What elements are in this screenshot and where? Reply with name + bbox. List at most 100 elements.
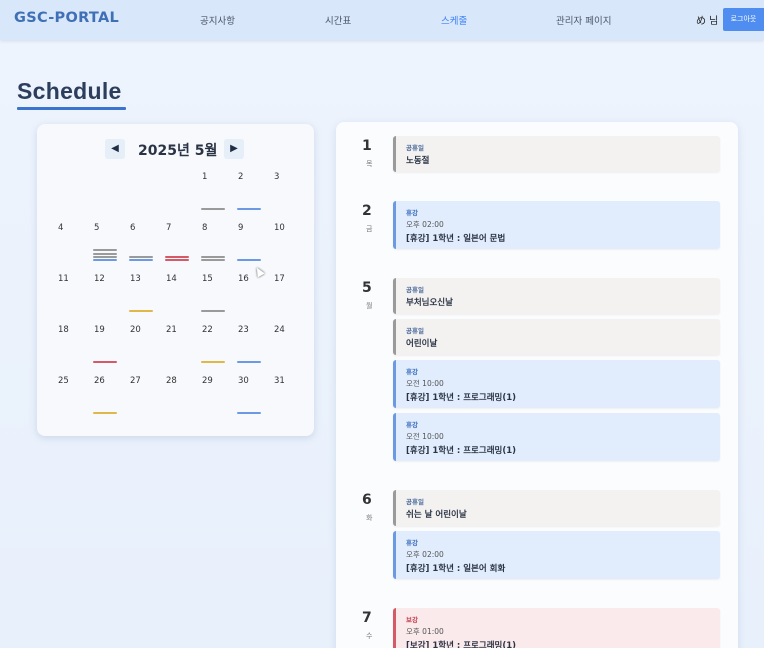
event-title: 쉬는 날 어린이날 xyxy=(406,510,467,520)
calendar-day[interactable]: 16 xyxy=(232,274,266,318)
calendar-day[interactable]: 10 xyxy=(268,223,302,267)
calendar-day[interactable]: 13 xyxy=(124,274,158,318)
event-title: 노동절 xyxy=(406,156,430,166)
calendar-day-number: 5 xyxy=(94,223,100,233)
calendar-day[interactable]: 6 xyxy=(124,223,158,267)
event-marker xyxy=(165,255,189,258)
event-card[interactable]: 공휴일노동절 xyxy=(393,136,720,172)
calendar-day[interactable]: 26 xyxy=(88,376,122,420)
calendar-day[interactable]: 4 xyxy=(52,223,86,267)
calendar-day[interactable]: 24 xyxy=(268,325,302,369)
event-card[interactable]: 휴강 오전 10:00 [휴강] 1학년 : 프로그래밍(1) xyxy=(393,413,720,461)
prev-month-button[interactable]: ◀ xyxy=(105,139,125,159)
calendar-day[interactable]: 7 xyxy=(160,223,194,267)
logout-button[interactable]: 로그아웃 xyxy=(723,8,764,31)
calendar-card: ◀ 2025년 5월 ▶ 1 2 3 4 5 6 7 8 9 10 11 12 13 14 15 16 17 18… xyxy=(37,124,314,436)
calendar-day[interactable]: 27 xyxy=(124,376,158,420)
next-month-button[interactable]: ▶ xyxy=(224,139,244,159)
brand-logo[interactable]: GSC-PORTAL xyxy=(14,10,119,26)
calendar-day[interactable]: 1 xyxy=(196,172,230,216)
event-card[interactable]: 휴강 오후 02:00 [휴강] 1학년 : 일본어 문법 xyxy=(393,201,720,249)
event-card[interactable]: 휴강 오후 02:00 [휴강] 1학년 : 일본어 회화 xyxy=(393,531,720,579)
event-marker xyxy=(201,255,225,258)
calendar-day[interactable]: 20 xyxy=(124,325,158,369)
event-type: 보강 xyxy=(406,616,418,624)
schedule-date: 5 xyxy=(362,280,372,296)
event-marker xyxy=(237,361,261,363)
calendar-day-number: 21 xyxy=(166,325,177,335)
event-title: [휴강] 1학년 : 일본어 문법 xyxy=(406,234,506,244)
top-navbar: GSC-PORTAL 공지사항 시간표 스케줄 관리자 페이지 め 님 로그아웃 xyxy=(0,0,764,40)
calendar-day-number: 20 xyxy=(130,325,141,335)
event-marker xyxy=(201,361,225,363)
calendar-day[interactable]: 22 xyxy=(196,325,230,369)
event-marker xyxy=(237,412,261,414)
calendar-day[interactable]: 15 xyxy=(196,274,230,318)
event-type: 휴강 xyxy=(406,421,418,429)
calendar-day-number: 4 xyxy=(58,223,64,233)
calendar-day-number: 19 xyxy=(94,325,105,335)
calendar-day[interactable]: 5 xyxy=(88,223,122,267)
event-marker xyxy=(129,259,153,261)
event-type: 공휴일 xyxy=(406,327,424,335)
event-time: 오전 10:00 xyxy=(406,432,444,441)
calendar-day-number: 10 xyxy=(274,223,285,233)
calendar-day[interactable]: 8 xyxy=(196,223,230,267)
nav-timetable[interactable]: 시간표 xyxy=(325,13,351,27)
calendar-day[interactable]: 29 xyxy=(196,376,230,420)
calendar-day-number: 6 xyxy=(130,223,136,233)
calendar-day-number: 31 xyxy=(274,376,285,386)
left-triangle-icon: ◀ xyxy=(111,143,119,154)
calendar-day[interactable]: 11 xyxy=(52,274,86,318)
schedule-weekday: 수 xyxy=(366,632,373,640)
event-card[interactable]: 휴강오전 10:00 [휴강] 1학년 : 프로그래밍(1) xyxy=(393,360,720,408)
calendar-day[interactable]: 31 xyxy=(268,376,302,420)
calendar-day-number: 15 xyxy=(202,274,213,284)
nav-admin[interactable]: 관리자 페이지 xyxy=(556,13,611,27)
event-card[interactable]: 보강 오후 01:00 [보강] 1학년 : 프로그래밍(1) xyxy=(393,608,720,648)
calendar-day-number: 3 xyxy=(274,172,280,182)
calendar-day[interactable]: 23 xyxy=(232,325,266,369)
calendar-day-number: 11 xyxy=(58,274,69,284)
schedule-weekday: 화 xyxy=(366,514,373,522)
event-title: [휴강] 1학년 : 일본어 회화 xyxy=(406,564,506,574)
event-marker xyxy=(93,259,117,261)
schedule-date: 7 xyxy=(362,610,372,626)
event-card[interactable]: 공휴일 부처님오신날 xyxy=(393,278,720,314)
calendar-day[interactable]: 19 xyxy=(88,325,122,369)
calendar-day[interactable]: 2 xyxy=(232,172,266,216)
event-time: 오전 10:00 xyxy=(406,379,444,388)
calendar-day[interactable]: 3 xyxy=(268,172,302,216)
calendar-day[interactable]: 9 xyxy=(232,223,266,267)
calendar-day-number: 9 xyxy=(238,223,244,233)
page-title: Schedule xyxy=(17,78,122,104)
calendar-day-number: 12 xyxy=(94,274,105,284)
calendar-day-number: 7 xyxy=(166,223,172,233)
event-marker xyxy=(129,255,153,258)
event-title: [휴강] 1학년 : 프로그래밍(1) xyxy=(406,393,517,403)
calendar-day[interactable]: 30 xyxy=(232,376,266,420)
calendar-day[interactable]: 12 xyxy=(88,274,122,318)
calendar-day[interactable]: 28 xyxy=(160,376,194,420)
event-type: 휴강 xyxy=(406,368,418,376)
event-type: 공휴일 xyxy=(406,144,424,152)
nav-schedule[interactable]: 스케줄 xyxy=(441,13,467,27)
calendar-day[interactable]: 21 xyxy=(160,325,194,369)
event-type: 공휴일 xyxy=(406,498,424,506)
event-marker xyxy=(237,259,261,261)
calendar-day[interactable]: 18 xyxy=(52,325,86,369)
event-marker xyxy=(93,252,117,255)
nav-notices[interactable]: 공지사항 xyxy=(200,13,235,27)
calendar-day[interactable]: 17 xyxy=(268,274,302,318)
event-card[interactable]: 공휴일어린이날 xyxy=(393,319,720,355)
event-title: [보강] 1학년 : 프로그래밍(1) xyxy=(406,641,517,648)
event-title: 어린이날 xyxy=(406,339,438,349)
event-marker xyxy=(201,310,225,312)
event-marker xyxy=(93,361,117,363)
right-triangle-icon: ▶ xyxy=(230,143,238,154)
calendar-month-label: 2025년 5월 xyxy=(138,143,218,159)
event-time: 오후 02:00 xyxy=(406,220,444,229)
event-card[interactable]: 공휴일쉬는 날 어린이날 xyxy=(393,490,720,526)
calendar-day[interactable]: 25 xyxy=(52,376,86,420)
calendar-day[interactable]: 14 xyxy=(160,274,194,318)
